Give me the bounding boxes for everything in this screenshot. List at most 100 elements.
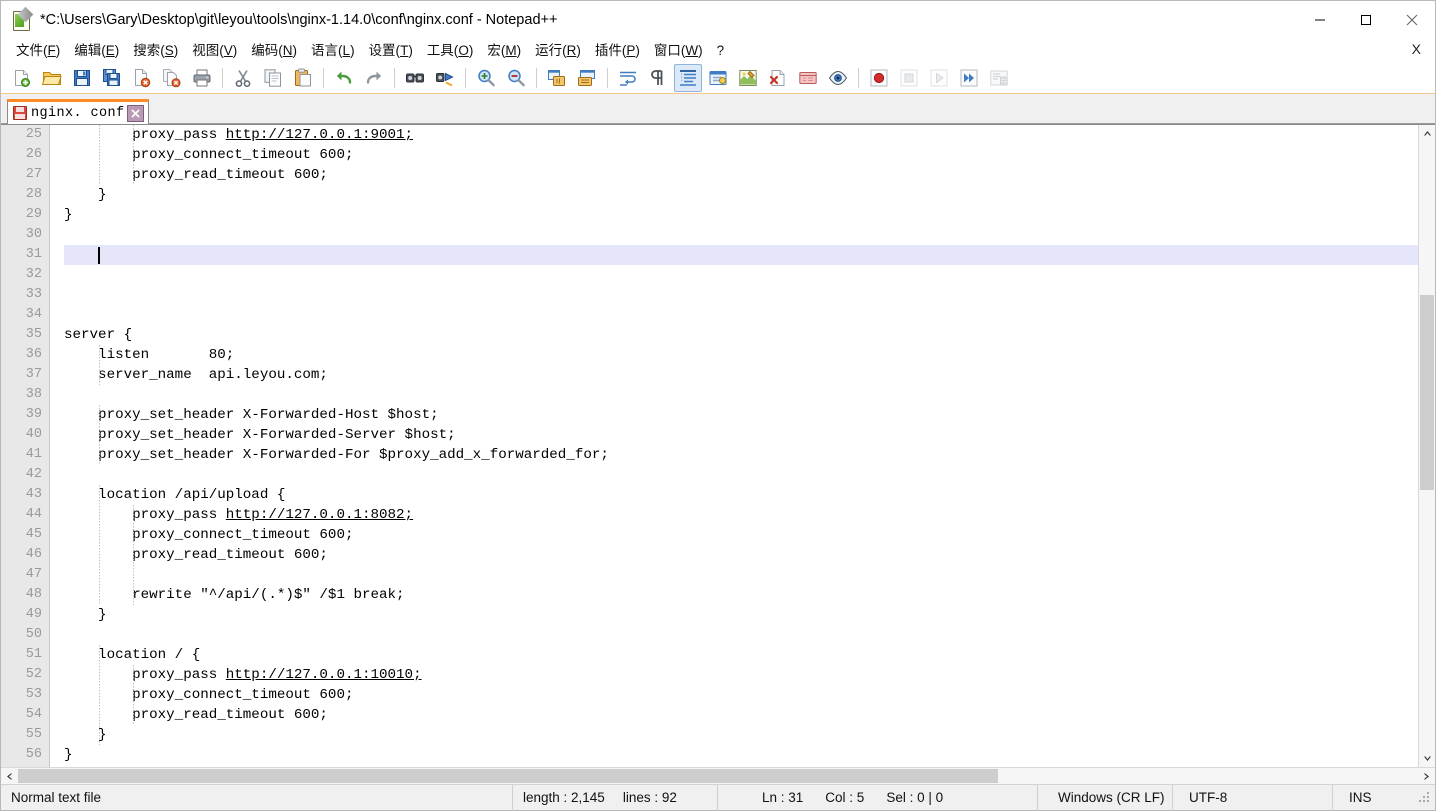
stop-macro-icon[interactable] [895,64,923,92]
save-icon[interactable] [68,64,96,92]
code-line[interactable]: proxy_read_timeout 600; [64,705,328,725]
code-line[interactable]: listen 80; [64,345,234,365]
line-number: 42 [25,467,42,482]
cut-icon[interactable] [229,64,257,92]
zoom-in-icon[interactable] [472,64,500,92]
tab-nginx-conf[interactable]: nginx. conf [7,99,149,124]
code-line[interactable]: rewrite "^/api/(.*)$" /$1 break; [64,585,404,605]
code-line[interactable]: proxy_pass http://127.0.0.1:8082; [64,505,413,525]
code-line[interactable]: proxy_set_header X-Forwarded-Host $host; [64,405,439,425]
code-line[interactable]: proxy_connect_timeout 600; [64,685,353,705]
code-line[interactable]: } [64,745,73,765]
save-macro-icon[interactable] [985,64,1013,92]
code-line[interactable]: } [64,185,107,205]
record-macro-icon[interactable] [865,64,893,92]
line-number: 33 [25,287,42,302]
indent-guide [133,505,135,605]
code-line[interactable]: location / { [64,645,200,665]
replace-icon[interactable] [431,64,459,92]
menu-item-12[interactable]: ? [710,40,732,62]
code-line[interactable]: server_name api.leyou.com; [64,365,328,385]
folder-as-workspace-icon[interactable] [794,64,822,92]
scroll-right-icon[interactable] [1418,768,1435,784]
new-file-icon[interactable] [8,64,36,92]
horizontal-scrollbar[interactable] [1,767,1435,784]
open-file-icon[interactable] [38,64,66,92]
code-line[interactable]: proxy_connect_timeout 600; [64,145,353,165]
close-button[interactable] [1389,1,1435,38]
code-line[interactable]: proxy_read_timeout 600; [64,545,328,565]
code-line[interactable]: } [64,205,73,225]
menu-item-7[interactable]: 工具(O) [420,40,481,62]
code-line[interactable]: } [64,605,107,625]
vertical-scrollbar[interactable] [1418,125,1435,767]
tab-close-icon[interactable] [126,104,144,122]
status-eol[interactable]: Windows (CR LF) [1038,784,1173,811]
copy-icon[interactable] [259,64,287,92]
close-document-button[interactable]: X [1412,41,1421,57]
close-file-icon[interactable] [128,64,156,92]
menu-item-6[interactable]: 设置(T) [362,40,420,62]
menu-item-5[interactable]: 语言(L) [304,40,362,62]
horizontal-scrollbar-track[interactable] [18,768,1418,784]
code-line[interactable]: location /api/upload { [64,485,285,505]
find-icon[interactable] [401,64,429,92]
url-link[interactable]: http://127.0.0.1:8082; [226,507,413,523]
maximize-button[interactable] [1343,1,1389,38]
code-line[interactable]: proxy_connect_timeout 600; [64,525,353,545]
menu-item-3[interactable]: 视图(V) [185,40,244,62]
menu-item-10[interactable]: 插件(P) [588,40,647,62]
run-macro-multiple-icon[interactable] [955,64,983,92]
scroll-up-icon[interactable] [1419,125,1435,142]
print-icon[interactable] [188,64,216,92]
code-line[interactable]: } [64,725,107,745]
status-encoding[interactable]: UTF-8 [1173,784,1333,811]
vertical-scrollbar-thumb[interactable] [1420,295,1434,490]
url-link[interactable]: http://127.0.0.1:9001; [226,127,413,143]
code-line[interactable]: proxy_read_timeout 600; [64,165,328,185]
code-line[interactable]: proxy_set_header X-Forwarded-For $proxy_… [64,445,609,465]
menu-item-0[interactable]: 文件(F) [9,40,67,62]
menu-item-1[interactable]: 编辑(E) [67,40,126,62]
scroll-down-icon[interactable] [1419,750,1435,767]
redo-icon[interactable] [360,64,388,92]
menu-item-9[interactable]: 运行(R) [528,40,588,62]
menu-item-4[interactable]: 编码(N) [244,40,304,62]
code-line[interactable]: proxy_set_header X-Forwarded-Server $hos… [64,425,456,445]
close-all-files-icon[interactable] [158,64,186,92]
code-line[interactable]: proxy_pass http://127.0.0.1:9001; [64,125,413,145]
resize-grip-icon[interactable] [1418,791,1432,805]
fold-margin[interactable] [50,125,64,767]
zoom-out-icon[interactable] [502,64,530,92]
toolbar-separator [607,68,608,88]
show-all-characters-icon[interactable] [644,64,672,92]
code-line[interactable]: server { [64,325,132,345]
play-macro-icon[interactable] [925,64,953,92]
menu-item-8[interactable]: 宏(M) [480,40,528,62]
minimize-button[interactable] [1297,1,1343,38]
menu-item-11[interactable]: 窗口(W) [647,40,710,62]
document-map-icon[interactable] [734,64,762,92]
paste-icon[interactable] [289,64,317,92]
document-preview-icon[interactable] [824,64,852,92]
code-view[interactable]: proxy_pass http://127.0.0.1:9001; proxy_… [1,125,1418,767]
status-insert-mode[interactable]: INS [1333,785,1418,811]
window-title: *C:\Users\Gary\Desktop\git\leyou\tools\n… [40,11,558,28]
code-line[interactable]: server { [64,765,132,767]
sync-vertical-scroll-icon[interactable] [543,64,571,92]
user-defined-dialog-icon[interactable] [704,64,732,92]
url-link[interactable]: http://127.0.0.1:10010; [226,667,422,683]
status-length: length : 2,145 [523,790,605,805]
indent-guide-icon[interactable] [674,64,702,92]
save-all-icon[interactable] [98,64,126,92]
scroll-left-icon[interactable] [1,768,18,784]
horizontal-scrollbar-thumb[interactable] [18,769,998,783]
line-number: 52 [25,667,42,682]
code-line[interactable]: proxy_pass http://127.0.0.1:10010; [64,665,422,685]
function-list-icon[interactable] [764,64,792,92]
word-wrap-icon[interactable] [614,64,642,92]
undo-icon[interactable] [330,64,358,92]
menu-item-2[interactable]: 搜索(S) [126,40,185,62]
notepad-plus-plus-window: *C:\Users\Gary\Desktop\git\leyou\tools\n… [0,0,1436,811]
sync-horizontal-scroll-icon[interactable] [573,64,601,92]
